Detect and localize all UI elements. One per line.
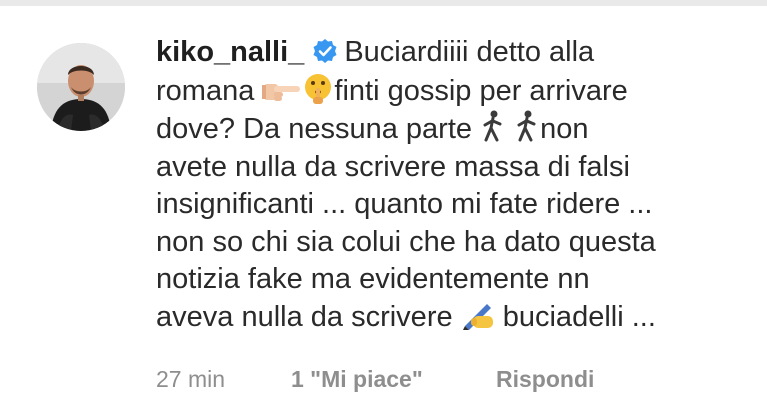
comment-line-2: romana finti gossip per arrivare <box>156 72 746 111</box>
reply-button[interactable]: Rispondi <box>496 366 594 393</box>
comment-line-6: non so chi sia colui che ha dato questa <box>156 225 656 258</box>
avatar-image <box>37 43 125 131</box>
comment-line-3: dove? Da nessuna parte non <box>156 110 746 149</box>
avatar[interactable] <box>37 43 125 131</box>
username[interactable]: kiko_nalli_ <box>156 36 304 68</box>
comment-text-segment: buciadelli ... <box>502 300 656 333</box>
comment-line-4: avete nulla da scrivere massa di falsi <box>156 150 630 183</box>
verified-badge-icon <box>313 39 337 63</box>
likes-count-button[interactable]: 1 "Mi piace" <box>291 366 423 393</box>
comment-text-segment: dove? Da nessuna parte <box>156 113 472 145</box>
comment-line-1: kiko_nalli_ Buciardiiii detto alla <box>156 34 746 72</box>
comment-timestamp: 27 min <box>156 366 226 392</box>
comment-text-segment: romana <box>156 74 255 107</box>
comment-text: kiko_nalli_ Buciardiiii detto alla romana… <box>156 34 746 336</box>
person-walking-emoji <box>517 110 536 142</box>
comment-text-segment: aveva nulla da scrivere <box>156 300 453 333</box>
comment-text-segment: Buciardiiii detto alla <box>344 36 595 68</box>
comment-text-segment: non <box>540 113 589 145</box>
comment-line-8: aveva nulla da scrivere buciadelli ... <box>156 299 746 337</box>
comment-line-5: insignificanti ... quanto mi fate ridere… <box>156 188 653 220</box>
pointing-hand-emoji <box>262 83 301 101</box>
shushing-face-emoji <box>305 73 332 104</box>
comment-text-segment: finti gossip per arrivare <box>334 74 628 107</box>
comment-line-7: notizia fake ma evidentemente nn <box>156 263 590 295</box>
person-walking-emoji <box>483 110 502 142</box>
writing-hand-emoji <box>462 303 493 330</box>
comment: kiko_nalli_ Buciardiiii detto alla romana… <box>0 0 767 405</box>
